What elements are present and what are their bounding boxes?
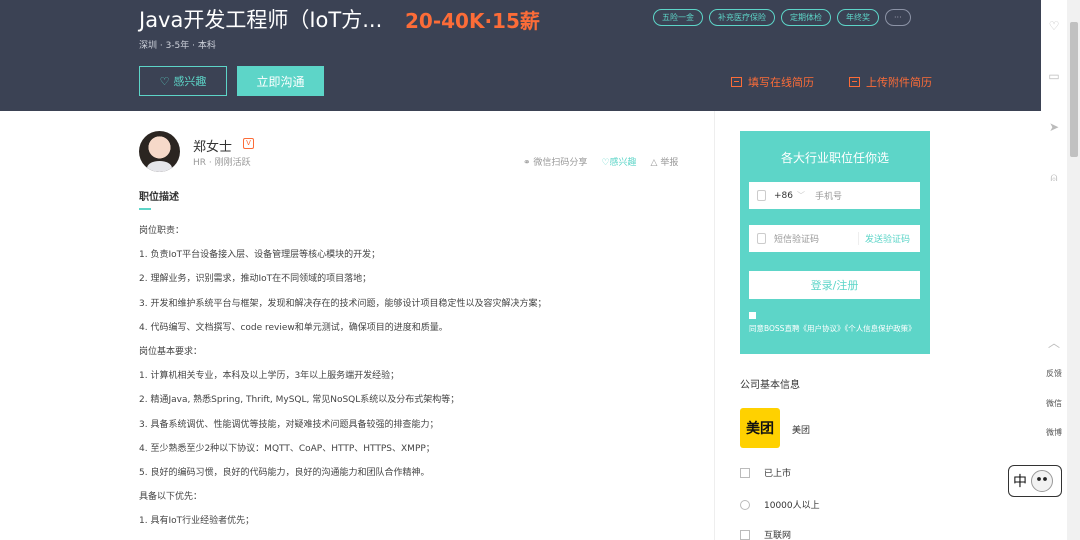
code-placeholder: 短信验证码: [774, 235, 820, 245]
chevron-up-icon[interactable]: ︿: [1048, 337, 1060, 349]
company-name[interactable]: 美团: [792, 423, 810, 436]
description-line: 2. 精通Java, 熟悉Spring, Thrift, MySQL, 常见No…: [139, 395, 460, 406]
column-divider: [714, 111, 715, 540]
job-actions: ⚭ 微信扫码分享 ♡感兴趣 △ 举报: [523, 155, 678, 168]
online-resume-label: 填写在线简历: [748, 76, 814, 89]
scrollbar-thumb[interactable]: [1070, 22, 1078, 157]
heart-icon: ♡: [601, 158, 610, 168]
job-header-banner: Java开发工程师（IoT方... 20-40K·15薪 深圳 · 3-5年 ·…: [0, 0, 1041, 111]
resume-icon: [731, 77, 742, 87]
description-line: 岗位基本要求：: [139, 346, 203, 357]
interest-label: 感兴趣: [609, 158, 637, 168]
company-stage-value: 已上市: [764, 469, 792, 479]
description-line: 4. 至少熟悉至少2种以下协议：MQTT、CoAP、HTTP、HTTPS、XMP…: [139, 443, 435, 454]
upload-resume-label: 上传附件简历: [866, 76, 932, 89]
link-icon: ⚭: [523, 158, 531, 168]
description-line: 具备以下优先：: [139, 492, 203, 503]
description-line: 3. 开发和维护系统平台与框架，发现和解决存在的技术问题，能够设计项目稳定性以及…: [139, 298, 547, 309]
job-title: Java开发工程师（IoT方...: [139, 8, 383, 32]
share-link[interactable]: ⚭ 微信扫码分享: [523, 155, 587, 168]
heart-icon: ♡: [159, 74, 170, 88]
country-code-select[interactable]: +86: [774, 191, 793, 201]
company-size: 10000人以上: [740, 498, 820, 511]
user-icon[interactable]: ⍝: [1048, 171, 1060, 183]
warning-icon: △: [650, 158, 658, 168]
description-line: 4. 代码编写、文档撰写、code review和单元测试，确保项目的进度和质量…: [139, 322, 448, 333]
send-icon[interactable]: ➤: [1048, 121, 1060, 133]
description-line: 1. 计算机相关专业，本科及以上学历，3年以上服务端开发经验；: [139, 371, 400, 382]
recruiter-name: 郑女士: [193, 140, 233, 155]
login-card: 各大行业职位任你选 +86 ﹀ 手机号 短信验证码 发送验证码 登录/注册 同意…: [740, 131, 930, 354]
verified-badge-icon: V: [243, 138, 254, 149]
online-resume-link[interactable]: 填写在线简历: [731, 74, 814, 90]
company-size-value: 10000人以上: [764, 501, 820, 511]
benefit-tag: 补充医疗保险: [709, 9, 775, 26]
login-title: 各大行业职位任你选: [780, 151, 889, 165]
upload-icon: [849, 77, 860, 87]
report-label: 举报: [660, 158, 679, 168]
chart-icon: [740, 467, 750, 478]
mail-icon: [757, 233, 766, 244]
benefit-tag: 年终奖: [837, 9, 879, 26]
interest-link[interactable]: ♡感兴趣: [601, 155, 636, 168]
company-logo[interactable]: 美团: [740, 408, 780, 448]
job-description-title: 职位描述: [139, 192, 179, 203]
benefit-tag: 定期体检: [781, 9, 831, 26]
agreement: 同意BOSS直聘《用户协议》《个人信息保护政策》: [749, 308, 924, 336]
chevron-down-icon: ﹀: [797, 191, 805, 200]
wechat-button[interactable]: 微信: [1046, 398, 1062, 409]
login-register-button[interactable]: 登录/注册: [749, 271, 920, 299]
company-stage: 已上市: [740, 466, 791, 479]
interest-button[interactable]: ♡ 感兴趣: [139, 66, 227, 96]
description-line: 2. 理解业务，识别需求，推动IoT在不同领域的项目落地；: [139, 274, 372, 285]
chat-now-button[interactable]: 立即沟通: [237, 66, 324, 96]
interest-button-label: 感兴趣: [173, 75, 207, 88]
recruiter-meta: HR · 刚刚活跃: [193, 158, 251, 168]
sms-code-input[interactable]: 短信验证码 发送验证码: [749, 225, 920, 252]
company-industry-value[interactable]: 互联网: [764, 528, 791, 540]
benefit-tag: 五险一金: [653, 9, 703, 26]
description-line: 1. 具有IoT行业经验者优先；: [139, 516, 255, 527]
description-line: 岗位职责：: [139, 226, 185, 236]
ime-widget[interactable]: 中: [1008, 465, 1062, 497]
grid-icon: [740, 529, 750, 540]
feedback-button[interactable]: 反馈: [1046, 368, 1062, 379]
agreement-checkbox[interactable]: [749, 311, 756, 319]
report-link[interactable]: △ 举报: [651, 155, 679, 168]
ime-mascot-icon: [1031, 470, 1053, 492]
company-industry: 互联网: [740, 528, 791, 540]
job-salary: 20-40K·15薪: [405, 9, 540, 33]
send-code-button[interactable]: 发送验证码: [857, 232, 910, 245]
more-tags-button[interactable]: ···: [885, 9, 911, 26]
agreement-text: 同意BOSS直聘《用户协议》《个人信息保护政策》: [749, 324, 916, 333]
description-line: 3. 具备系统调优、性能调优等技能，对疑难技术问题具备较强的排查能力；: [139, 419, 439, 430]
recruiter-avatar: [139, 131, 180, 172]
section-underline: [139, 208, 151, 210]
phone-icon: [757, 190, 766, 201]
benefit-tags: 五险一金 补充医疗保险 定期体检 年终奖 ···: [653, 9, 911, 26]
weibo-button[interactable]: 微博: [1046, 427, 1062, 438]
job-description: 岗位职责： 1. 负责IoT平台设备接入层、设备管理层等核心模块的开发； 2. …: [139, 224, 709, 538]
description-line: 1. 负责IoT平台设备接入层、设备管理层等核心模块的开发；: [139, 250, 381, 261]
heart-icon[interactable]: ♡: [1048, 20, 1060, 32]
share-label: 微信扫码分享: [533, 158, 588, 168]
ime-mode-label: 中: [1013, 474, 1027, 490]
upload-resume-link[interactable]: 上传附件简历: [849, 74, 932, 90]
chat-icon[interactable]: ▭: [1048, 70, 1060, 82]
job-meta: 深圳 · 3-5年 · 本科: [139, 41, 216, 51]
description-line: 5. 良好的编码习惯，良好的代码能力，良好的沟通能力和团队合作精神。: [139, 467, 430, 478]
people-icon: [740, 499, 750, 510]
phone-placeholder: 手机号: [815, 192, 843, 202]
company-info-title: 公司基本信息: [740, 380, 800, 391]
phone-input[interactable]: +86 ﹀ 手机号: [749, 182, 920, 209]
